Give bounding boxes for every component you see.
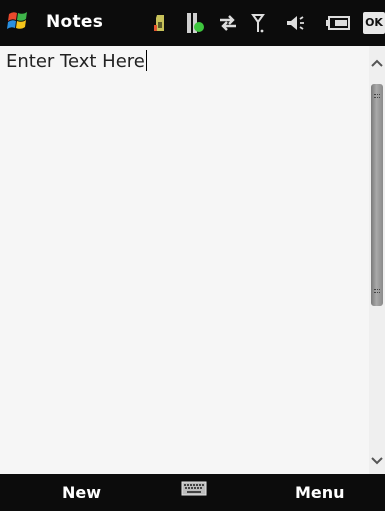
chevron-down-icon: [371, 457, 383, 465]
windows-flag-icon: [7, 12, 27, 29]
softkey-bar: New Menu: [0, 474, 385, 511]
sim-card-icon[interactable]: [152, 0, 168, 46]
volume-icon[interactable]: [285, 0, 307, 46]
new-softkey[interactable]: New: [62, 483, 101, 502]
title-bar: Notes OK: [0, 0, 385, 46]
keyboard-icon: [181, 481, 207, 496]
chevron-up-icon: [371, 59, 383, 67]
app-title: Notes: [46, 12, 104, 32]
data-connectivity-icon[interactable]: [217, 0, 239, 46]
note-text-area[interactable]: Enter Text Here: [0, 46, 369, 474]
scroll-up-button[interactable]: [369, 50, 385, 76]
notes-window: Notes OK Enter Text Here New Menu: [0, 0, 385, 511]
vertical-scrollbar[interactable]: [369, 46, 385, 474]
note-text: Enter Text Here: [6, 50, 148, 72]
battery-charging-icon[interactable]: [185, 0, 205, 46]
signal-strength-icon[interactable]: [250, 0, 266, 46]
battery-icon[interactable]: [325, 0, 351, 46]
start-button[interactable]: [6, 8, 36, 34]
scroll-down-button[interactable]: [369, 448, 385, 474]
ok-button[interactable]: OK: [363, 12, 385, 34]
scroll-thumb[interactable]: [371, 84, 383, 306]
menu-softkey[interactable]: Menu: [295, 483, 345, 502]
input-panel-button[interactable]: [181, 481, 207, 497]
text-caret: [145, 50, 148, 71]
